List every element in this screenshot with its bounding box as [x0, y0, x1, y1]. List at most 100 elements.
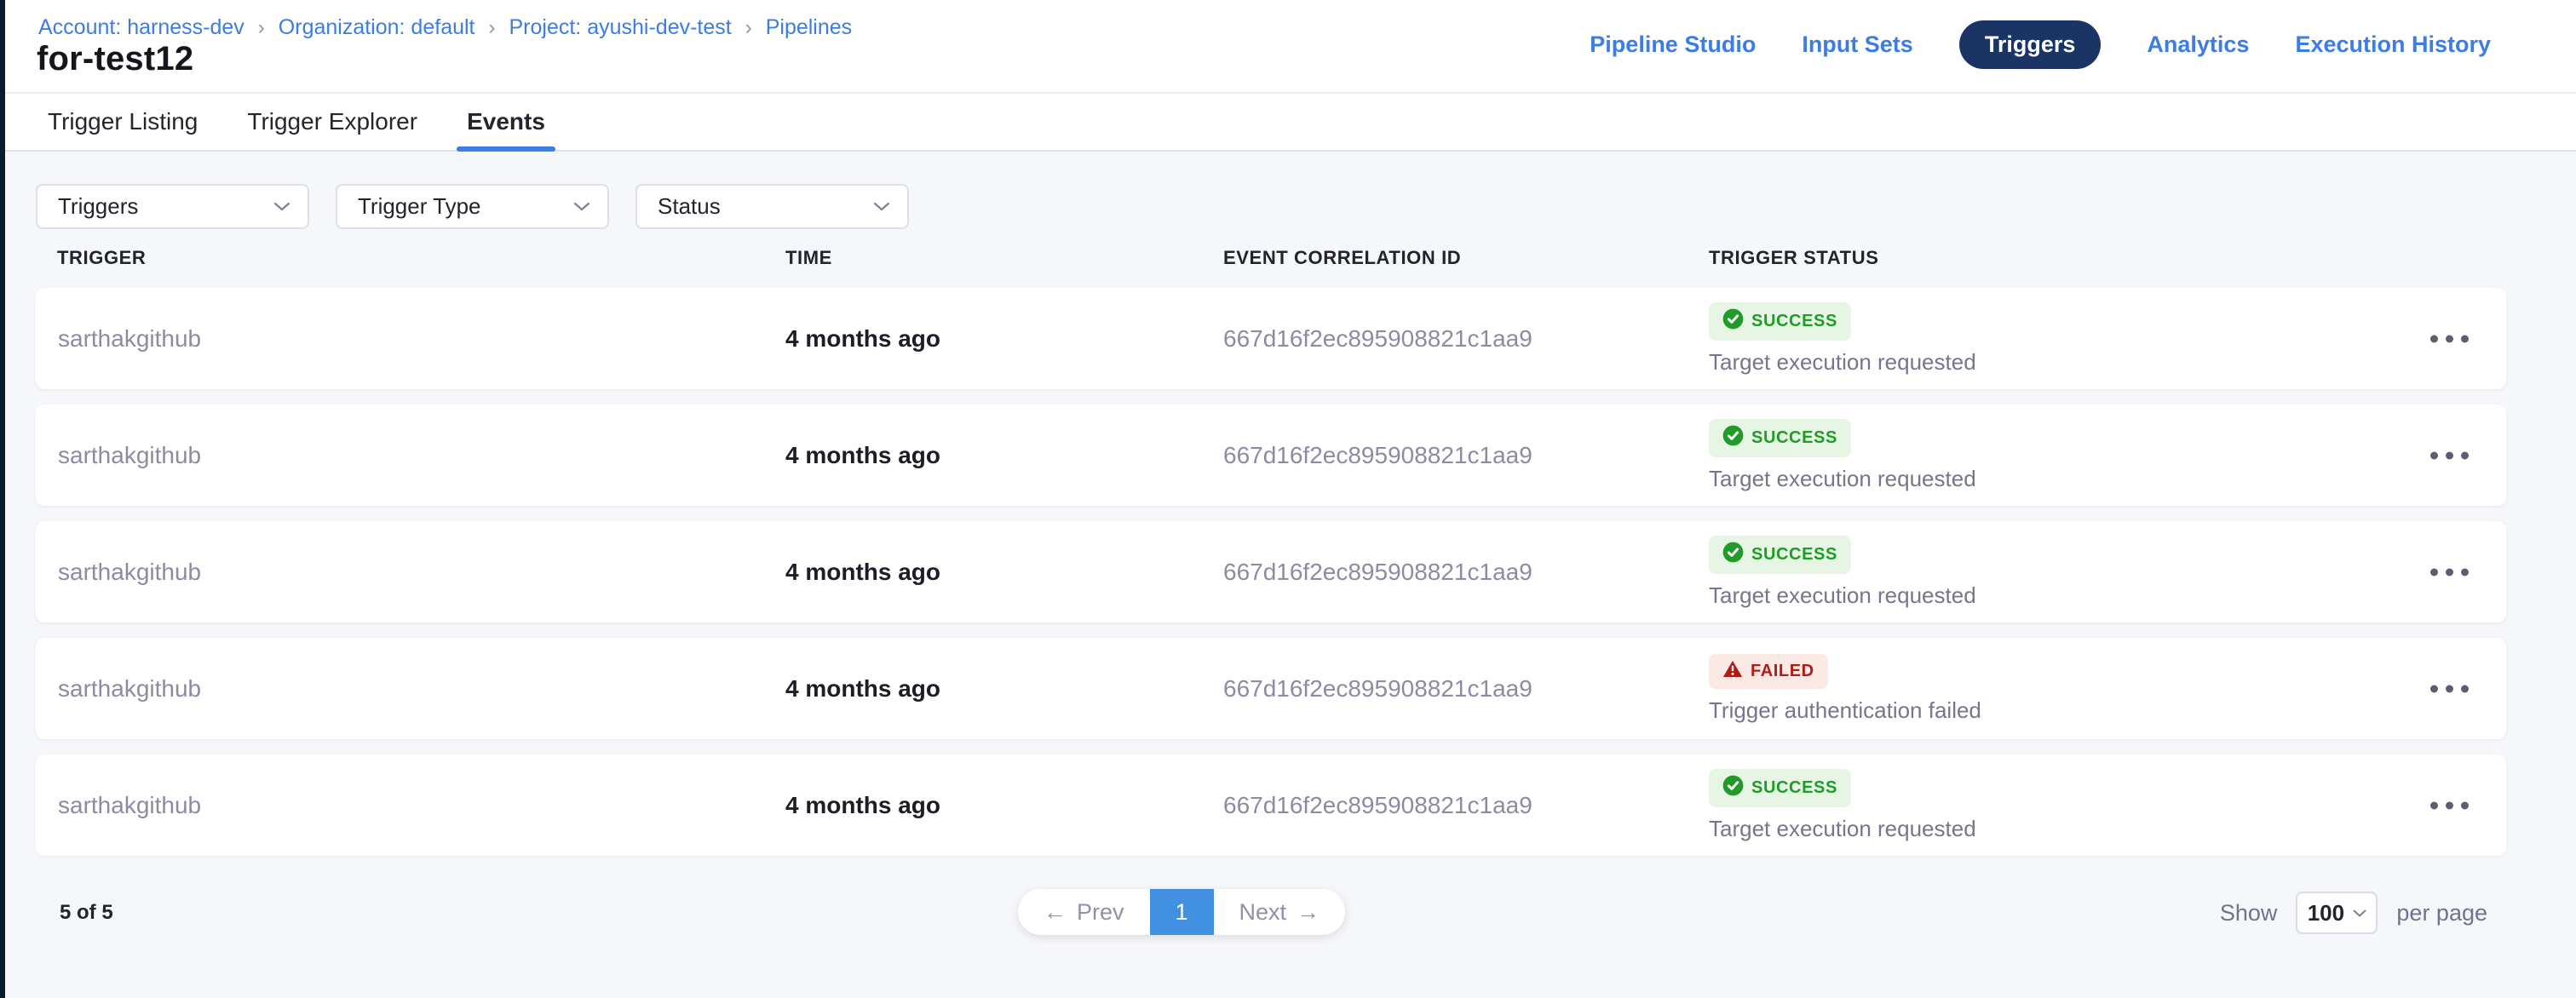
breadcrumb-link[interactable]: Pipelines [766, 15, 852, 40]
nav-item-execution-history[interactable]: Execution History [2295, 32, 2491, 58]
event-correlation-id: 667d16f2ec895908821c1aa9 [1223, 675, 1532, 703]
event-correlation-id: 667d16f2ec895908821c1aa9 [1223, 559, 1532, 586]
check-circle-icon [1722, 775, 1744, 801]
filter-dropdown-triggers[interactable]: Triggers [36, 184, 309, 229]
trigger-status-cell: SUCCESS Target execution requested [1709, 419, 1976, 492]
arrow-left-icon: ← [1044, 899, 1067, 926]
chevron-down-icon [273, 202, 290, 211]
column-header-time: TIME [785, 247, 832, 269]
breadcrumb: Account: harness-dev › Organization: defau… [38, 14, 852, 40]
event-correlation-id: 667d16f2ec895908821c1aa9 [1223, 325, 1532, 353]
event-time: 4 months ago [785, 792, 940, 819]
row-menu-button[interactable] [2422, 793, 2477, 817]
page-size-control: Show 100 per page [2220, 892, 2487, 934]
chevron-right-icon: › [489, 16, 496, 40]
status-message: Target execution requested [1709, 466, 1976, 492]
status-label: SUCCESS [1751, 778, 1837, 798]
page-size-select[interactable]: 100 [2296, 892, 2378, 934]
status-badge: SUCCESS [1709, 769, 1851, 807]
status-label: FAILED [1751, 662, 1814, 681]
event-time: 4 months ago [785, 325, 940, 353]
row-menu-button[interactable] [2422, 443, 2477, 467]
status-label: SUCCESS [1751, 545, 1837, 565]
event-row: sarthakgithub 4 months ago 667d16f2ec895… [36, 521, 2506, 622]
chevron-right-icon: › [745, 16, 752, 40]
status-badge: SUCCESS [1709, 536, 1851, 574]
filter-label: Status [658, 193, 721, 220]
event-correlation-id: 667d16f2ec895908821c1aa9 [1223, 442, 1532, 469]
warning-triangle-icon [1722, 660, 1743, 683]
trigger-status-cell: SUCCESS Target execution requested [1709, 536, 1976, 609]
filter-row: Triggers Trigger Type Status [36, 184, 909, 229]
event-correlation-id: 667d16f2ec895908821c1aa9 [1223, 792, 1532, 819]
table-footer: 5 of 5 ← Prev 1 Next → Show 100 per page [0, 889, 2576, 937]
show-label: Show [2220, 900, 2278, 926]
tab-trigger-explorer[interactable]: Trigger Explorer [247, 94, 417, 150]
breadcrumb-link[interactable]: Account: harness-dev [38, 15, 244, 40]
event-time: 4 months ago [785, 559, 940, 586]
breadcrumb-link[interactable]: Organization: default [279, 15, 475, 40]
status-label: SUCCESS [1751, 428, 1837, 448]
status-message: Trigger authentication failed [1709, 697, 1981, 724]
chevron-right-icon: › [258, 16, 265, 40]
filter-dropdown-status[interactable]: Status [635, 184, 909, 229]
row-count-summary: 5 of 5 [60, 901, 113, 925]
tab-trigger-listing[interactable]: Trigger Listing [48, 94, 198, 150]
event-time: 4 months ago [785, 675, 940, 703]
check-circle-icon [1722, 308, 1744, 335]
page-1-button[interactable]: 1 [1150, 889, 1214, 935]
pipeline-top-nav: Pipeline Studio Input Sets Triggers Analyti… [1590, 0, 2491, 89]
event-row: sarthakgithub 4 months ago 667d16f2ec895… [36, 404, 2506, 506]
per-page-label: per page [2396, 900, 2487, 926]
page-size-value: 100 [2308, 900, 2344, 926]
column-header-trigger: TRIGGER [57, 247, 146, 269]
nav-item-pipeline-studio[interactable]: Pipeline Studio [1590, 32, 1756, 58]
nav-item-input-sets[interactable]: Input Sets [1802, 32, 1913, 58]
event-row: sarthakgithub 4 months ago 667d16f2ec895… [36, 754, 2506, 856]
status-badge: SUCCESS [1709, 302, 1851, 341]
trigger-name: sarthakgithub [58, 559, 201, 586]
prev-page-button[interactable]: ← Prev [1018, 889, 1150, 935]
collapsed-sidebar-edge [0, 0, 5, 998]
row-menu-button[interactable] [2422, 559, 2477, 584]
status-badge: SUCCESS [1709, 419, 1851, 457]
nav-item-analytics[interactable]: Analytics [2147, 32, 2249, 58]
row-menu-button[interactable] [2422, 326, 2477, 351]
breadcrumb-link[interactable]: Project: ayushi-dev-test [509, 15, 732, 40]
event-row: sarthakgithub 4 months ago 667d16f2ec895… [36, 638, 2506, 739]
status-message: Target execution requested [1709, 582, 1976, 609]
status-label: SUCCESS [1751, 312, 1837, 331]
filter-dropdown-trigger-type[interactable]: Trigger Type [336, 184, 609, 229]
next-label: Next [1239, 899, 1287, 926]
events-content: TriggersTrigger TypeStatus TRIGGERTIMEEV… [0, 152, 2576, 998]
tab-events[interactable]: Events [467, 94, 545, 150]
trigger-status-cell: SUCCESS Target execution requested [1709, 302, 1976, 376]
status-message: Target execution requested [1709, 816, 1976, 842]
events-tabbar: Trigger Listing Trigger Explorer Events [0, 94, 2576, 152]
chevron-down-icon [573, 202, 590, 211]
prev-label: Prev [1077, 899, 1124, 926]
trigger-status-cell: SUCCESS Target execution requested [1709, 769, 1976, 842]
trigger-status-cell: FAILED Trigger authentication failed [1709, 654, 1981, 724]
pagination: ← Prev 1 Next → [1018, 889, 1345, 935]
nav-item-triggers[interactable]: Triggers [1959, 20, 2102, 69]
filter-label: Triggers [58, 193, 138, 220]
page-title: for-test12 [37, 40, 193, 78]
status-message: Target execution requested [1709, 349, 1976, 376]
arrow-right-icon: → [1297, 899, 1320, 926]
status-badge: FAILED [1709, 654, 1828, 689]
check-circle-icon [1722, 542, 1744, 568]
event-row: sarthakgithub 4 months ago 667d16f2ec895… [36, 288, 2506, 389]
trigger-name: sarthakgithub [58, 675, 201, 703]
chevron-down-icon [873, 202, 890, 211]
filter-label: Trigger Type [358, 193, 481, 220]
page-header: Account: harness-dev › Organization: defau… [0, 0, 2576, 94]
chevron-down-icon [2353, 909, 2366, 917]
event-time: 4 months ago [785, 442, 940, 469]
trigger-name: sarthakgithub [58, 792, 201, 819]
column-header-trigger-status: TRIGGER STATUS [1709, 247, 1878, 269]
next-page-button[interactable]: Next → [1214, 889, 1346, 935]
table-header-row: TRIGGERTIMEEVENT CORRELATION IDTRIGGER S… [0, 247, 2576, 272]
row-menu-button[interactable] [2422, 676, 2477, 701]
trigger-name: sarthakgithub [58, 442, 201, 469]
